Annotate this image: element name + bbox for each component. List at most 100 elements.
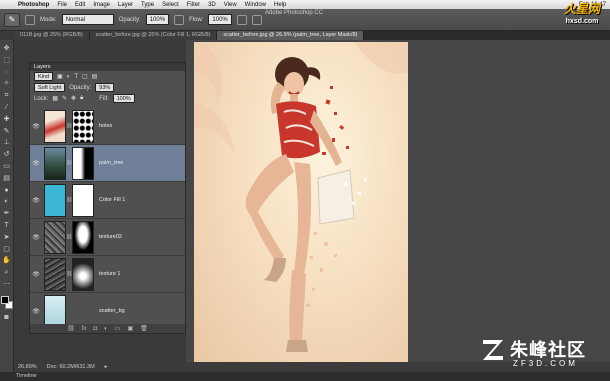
lock-pixels-icon[interactable]: ✎ <box>62 95 67 102</box>
brush-tool-preset-icon[interactable]: ✎ <box>4 12 20 27</box>
layer-name[interactable]: scatter_bg <box>99 308 125 314</box>
foreground-color-swatch[interactable] <box>0 295 9 304</box>
menu-3d[interactable]: 3D <box>204 2 220 8</box>
tab-011b[interactable]: 011B.jpg @ 25% (RGB/8) <box>14 31 90 40</box>
tab-scatter-color-fill[interactable]: scatter_before.jpg @ 25% (Color Fill 1, … <box>89 31 218 40</box>
layer-row-color-fill-1[interactable]: 👁︎ ⛓︎ Color Fill 1 <box>30 182 185 219</box>
lock-label: Lock: <box>34 95 49 102</box>
layer-mask-thumbnail[interactable] <box>72 146 94 180</box>
layer-kind-filter[interactable]: Kind <box>34 72 54 81</box>
fill-label: Fill: <box>99 95 109 102</box>
canvas-area[interactable] <box>186 40 610 362</box>
filter-adjustment-icon[interactable]: ◐ <box>67 74 71 80</box>
shape-tool-icon[interactable]: ▢ <box>2 245 12 254</box>
link-layers-icon[interactable]: ⛓︎ <box>67 325 75 332</box>
gradient-tool-icon[interactable]: ▤ <box>2 174 12 183</box>
layer-name[interactable]: Color Fill 1 <box>99 197 125 203</box>
quick-mask-icon[interactable]: ◙ <box>2 313 12 322</box>
lock-transparent-icon[interactable]: ▦ <box>52 95 58 102</box>
menu-type[interactable]: Type <box>137 2 158 8</box>
mode-select[interactable]: Normal <box>61 14 114 25</box>
blend-mode-select[interactable]: Soft Light <box>34 83 66 92</box>
opacity-field[interactable]: 100% <box>145 14 170 25</box>
brush-tool-icon[interactable]: ✎ <box>2 127 12 136</box>
menu-window[interactable]: Window <box>241 2 270 8</box>
layer-mask-thumbnail[interactable] <box>72 183 94 217</box>
airbrush-icon[interactable] <box>236 14 247 25</box>
quick-select-tool-icon[interactable]: ✧ <box>2 79 12 88</box>
menu-edit[interactable]: Edit <box>71 2 89 8</box>
menu-image[interactable]: Image <box>89 2 114 8</box>
brush-size-icon[interactable] <box>25 14 35 25</box>
color-fill-swatch[interactable] <box>44 183 66 217</box>
pressure-opacity-icon[interactable] <box>174 14 185 25</box>
visibility-eye-icon[interactable]: 👁︎ <box>30 234 42 241</box>
visibility-eye-icon[interactable]: 👁︎ <box>30 271 42 278</box>
tab-scatter-palm-tree[interactable]: scatter_before.jpg @ 26.9% (palm_tree, L… <box>217 31 365 40</box>
layer-name[interactable]: palm_tree <box>99 160 123 166</box>
layer-row-holes[interactable]: 👁︎ ⛓︎ holes <box>30 108 185 145</box>
layer-row-palm-tree[interactable]: 👁︎ ⛓︎ palm_tree <box>30 145 185 182</box>
new-layer-icon[interactable]: ▣ <box>127 325 133 332</box>
menu-layer[interactable]: Layer <box>114 2 137 8</box>
marquee-tool-icon[interactable]: ⬚ <box>2 56 12 65</box>
layer-mask-thumbnail[interactable] <box>72 220 94 254</box>
delete-layer-icon[interactable]: 🗑︎ <box>140 325 148 332</box>
flow-field[interactable]: 100% <box>208 14 232 25</box>
lasso-tool-icon[interactable]: ◌ <box>2 68 12 77</box>
new-group-icon[interactable]: ▭ <box>115 325 121 332</box>
move-tool-icon[interactable]: ✥ <box>2 44 12 53</box>
healing-tool-icon[interactable]: ✚ <box>2 115 12 124</box>
menu-view[interactable]: View <box>220 2 241 8</box>
adjustment-layer-icon[interactable]: ◐ <box>104 326 108 332</box>
layer-name[interactable]: holes <box>99 123 112 129</box>
layer-opacity-field[interactable]: 93% <box>95 83 115 92</box>
hand-tool-icon[interactable]: ✋ <box>2 256 12 265</box>
layer-name[interactable]: texture02 <box>99 234 122 240</box>
visibility-eye-icon[interactable]: 👁︎ <box>30 160 42 167</box>
color-swatches[interactable] <box>0 295 13 310</box>
zoom-level[interactable]: 26.89% <box>18 364 37 370</box>
visibility-eye-icon[interactable]: 👁︎ <box>30 308 42 315</box>
window-title: Adobe Photoshop CC <box>265 10 324 16</box>
history-brush-tool-icon[interactable]: ↺ <box>2 150 12 159</box>
dodge-tool-icon[interactable]: ◐ <box>2 197 12 206</box>
layer-mask-thumbnail[interactable] <box>72 109 94 143</box>
add-mask-icon[interactable]: ◘ <box>94 326 98 332</box>
fill-field[interactable]: 100% <box>112 94 135 103</box>
path-select-tool-icon[interactable]: ➤ <box>2 233 12 242</box>
filter-shape-icon[interactable]: ▢ <box>82 73 88 80</box>
status-arrow-icon[interactable]: ▸ <box>105 364 108 370</box>
layer-mask-thumbnail[interactable] <box>72 257 94 291</box>
pen-tool-icon[interactable]: ✒ <box>2 209 12 218</box>
pressure-size-icon[interactable] <box>251 14 262 25</box>
lock-all-icon[interactable]: 🔒︎ <box>80 95 83 102</box>
filter-pixel-icon[interactable]: ▣ <box>57 73 63 80</box>
eyedropper-tool-icon[interactable]: ⁄ <box>2 103 12 112</box>
layer-row-texture02[interactable]: 👁︎ ⛓︎ texture02 <box>30 219 185 256</box>
filter-type-icon[interactable]: T <box>74 74 78 80</box>
clone-stamp-tool-icon[interactable]: ⊥ <box>2 138 12 147</box>
opacity-label: Opacity: <box>118 16 141 23</box>
crop-tool-icon[interactable]: ⌗ <box>2 91 12 100</box>
filter-smart-object-icon[interactable]: ▤ <box>92 73 98 80</box>
layer-style-icon[interactable]: fx <box>82 326 87 332</box>
type-tool-icon[interactable]: T <box>2 221 12 230</box>
blur-tool-icon[interactable]: ● <box>2 186 12 195</box>
visibility-eye-icon[interactable]: 👁︎ <box>30 197 42 204</box>
menu-app-name[interactable]: Photoshop <box>14 2 53 8</box>
lock-position-icon[interactable]: ✥ <box>71 95 76 102</box>
menu-help[interactable]: Help <box>270 2 290 8</box>
menu-select[interactable]: Select <box>158 2 183 8</box>
zoom-tool-icon[interactable]: ⌕ <box>2 268 12 277</box>
document-canvas[interactable] <box>194 42 408 362</box>
visibility-eye-icon[interactable]: 👁︎ <box>30 123 42 130</box>
menu-filter[interactable]: Filter <box>183 2 204 8</box>
layers-panel-header[interactable]: Layers <box>30 63 185 71</box>
layer-row-texture-1[interactable]: 👁︎ ⛓︎ texture 1 <box>30 256 185 293</box>
more-tools-icon[interactable]: ⋯ <box>2 280 12 289</box>
menu-file[interactable]: File <box>53 2 71 8</box>
layer-filter-row: Kind ▣ ◐ T ▢ ▤ <box>30 71 185 82</box>
eraser-tool-icon[interactable]: ▭ <box>2 162 12 171</box>
layer-name[interactable]: texture 1 <box>99 271 120 277</box>
